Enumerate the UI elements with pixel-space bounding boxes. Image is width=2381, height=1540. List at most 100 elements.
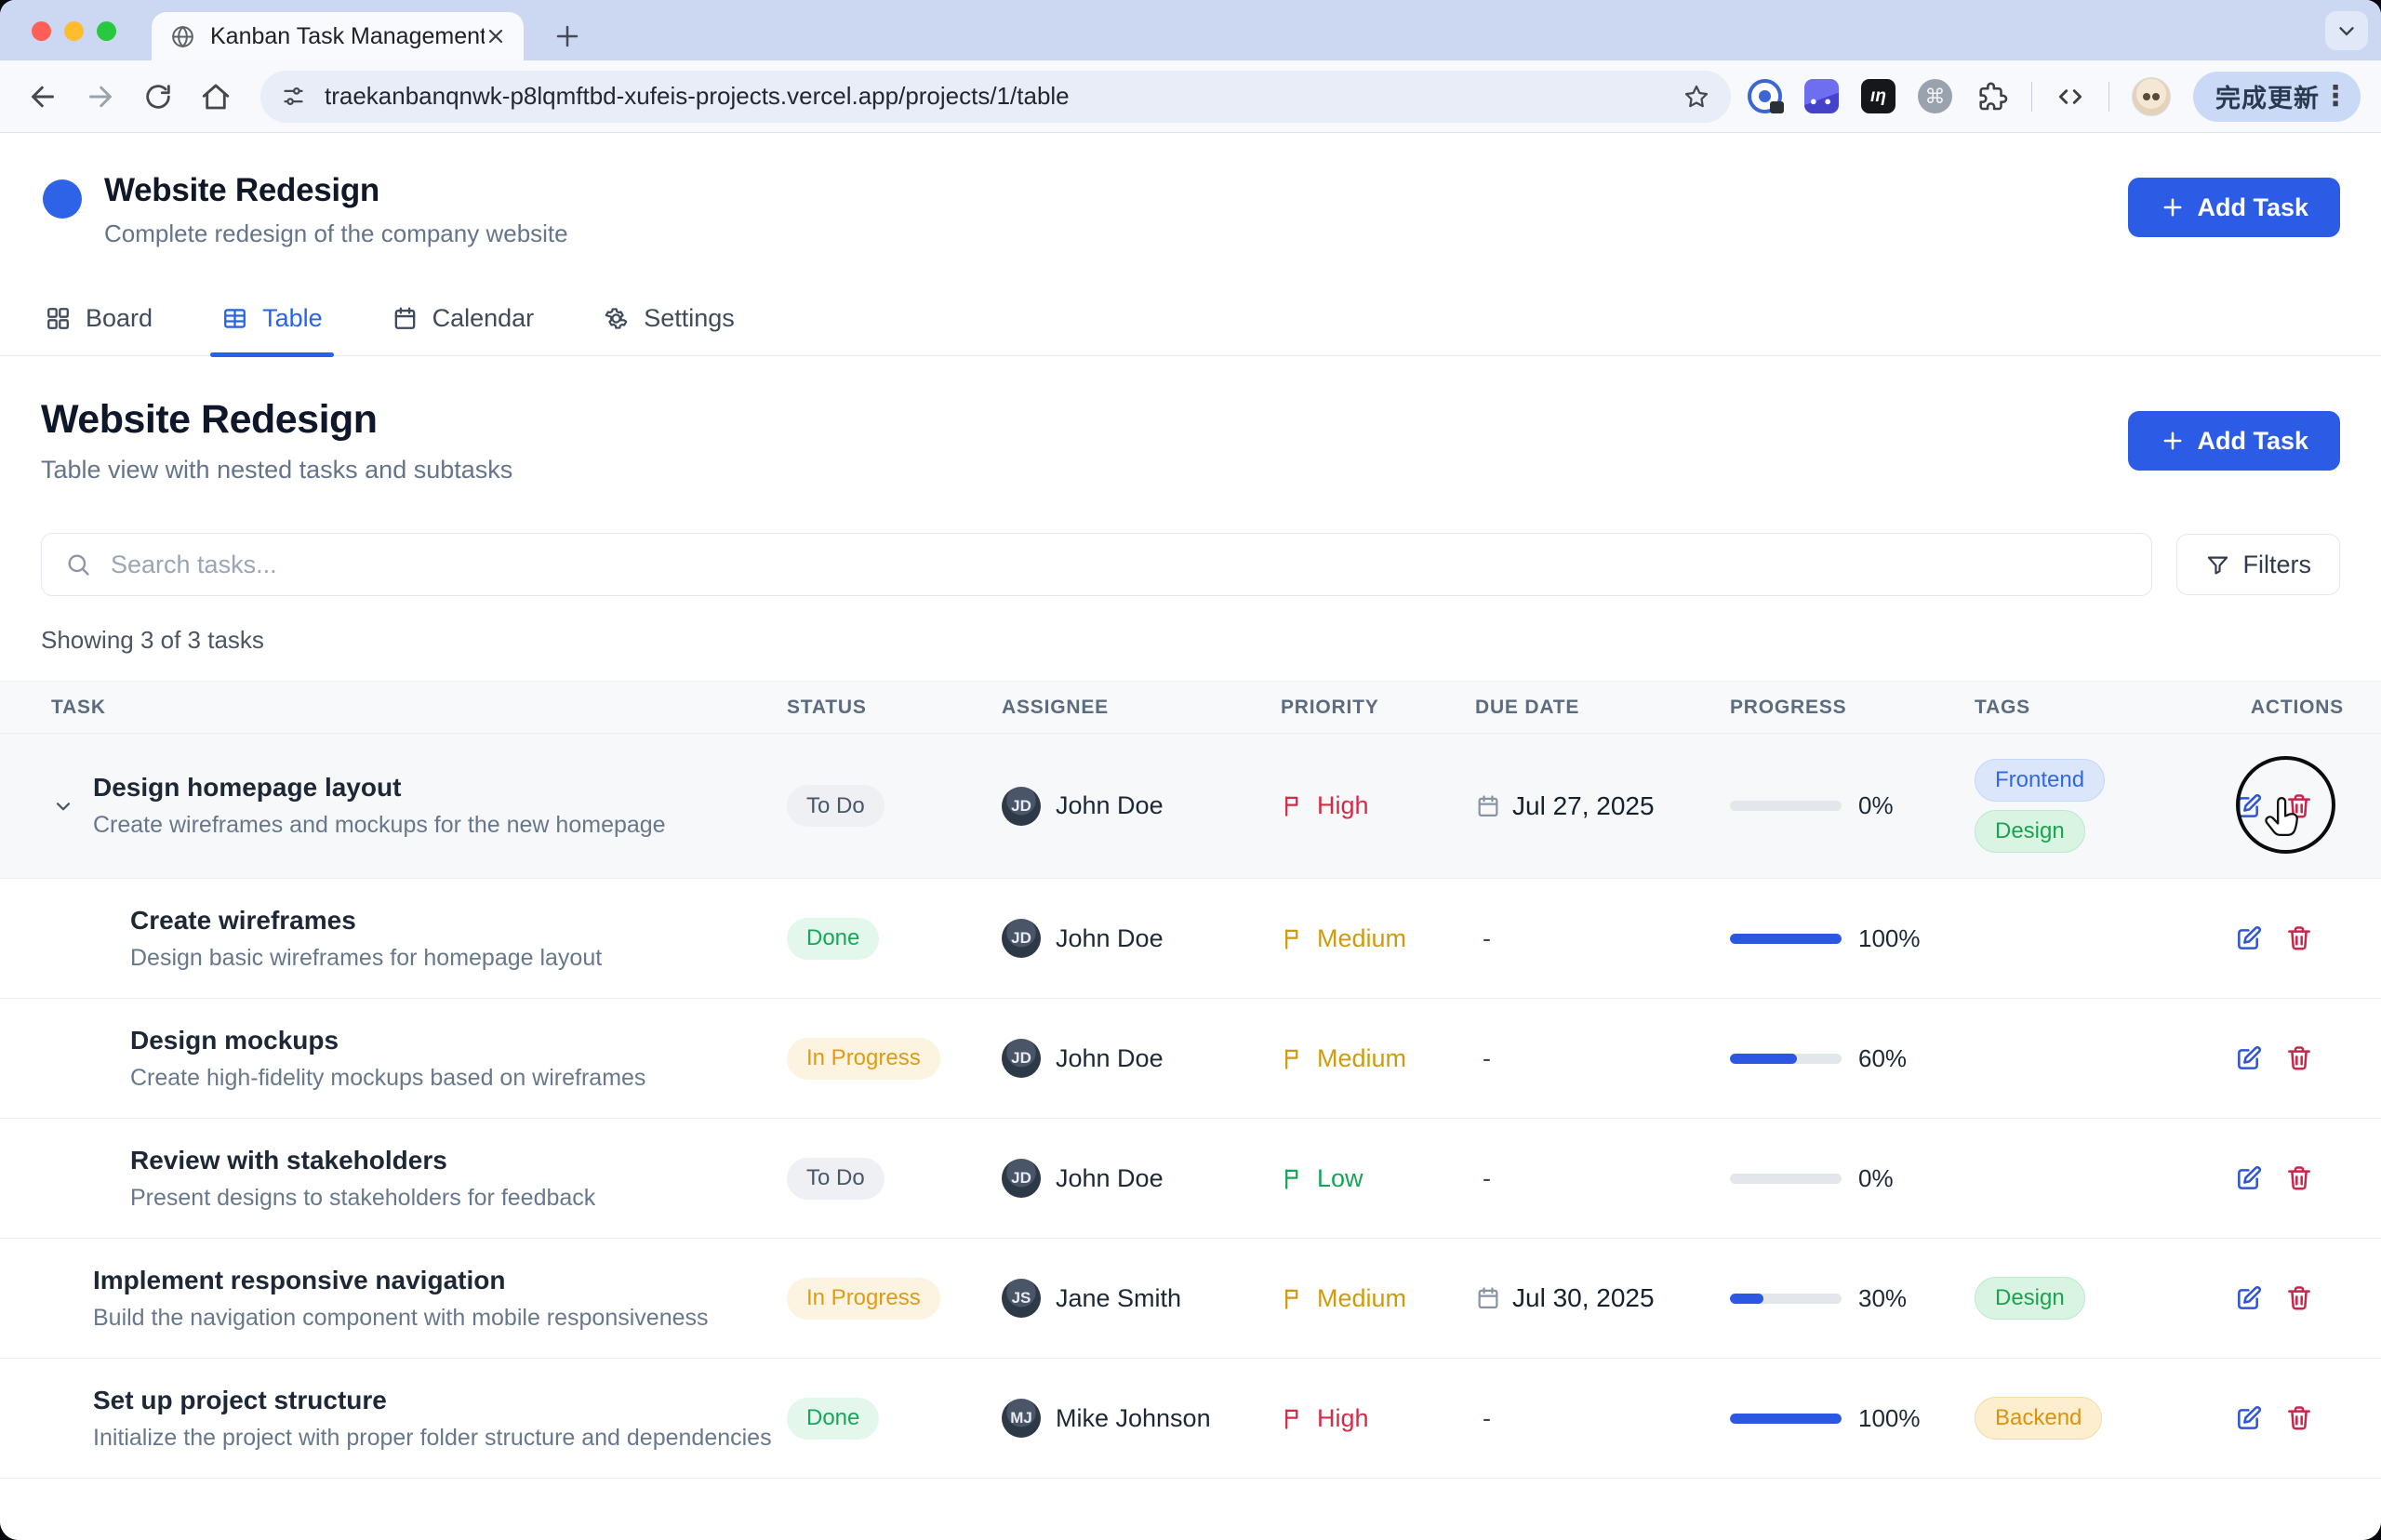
delete-task-button[interactable] (2283, 1282, 2315, 1314)
forward-button[interactable] (82, 78, 119, 115)
browser-toolbar: traekanbanqnwk-p8lqmftbd-xufeis-projects… (0, 60, 2381, 133)
column-header-task: TASK (0, 697, 772, 719)
table-row[interactable]: Design mockups Create high-fidelity mock… (0, 999, 2381, 1119)
chevron-down-icon[interactable] (51, 794, 93, 818)
trash-icon (2284, 1283, 2314, 1313)
status-badge: In Progress (787, 1038, 940, 1080)
minimize-window-button[interactable] (64, 21, 84, 41)
tag-badge: Backend (1975, 1397, 2102, 1440)
browser-window: Kanban Task Management traekanbanqnwk-p8… (0, 0, 2381, 1540)
delete-task-button[interactable] (2283, 923, 2315, 954)
table-row[interactable]: Create wireframes Design basic wireframe… (0, 879, 2381, 999)
table-row[interactable]: Design homepage layout Create wireframes… (0, 734, 2381, 879)
edit-task-button[interactable] (2233, 1282, 2265, 1314)
assignee-name: John Doe (1056, 791, 1164, 820)
site-settings-icon[interactable] (281, 84, 306, 109)
table-row[interactable]: Set up project structure Initialize the … (0, 1359, 2381, 1479)
results-count: Showing 3 of 3 tasks (0, 626, 2381, 655)
reload-icon (142, 81, 174, 113)
browser-profile-avatar[interactable] (2132, 77, 2171, 116)
add-task-button[interactable]: Add Task (2128, 411, 2340, 471)
tab-label: Board (86, 304, 153, 333)
edit-task-button[interactable] (2233, 1402, 2265, 1434)
edit-task-button[interactable] (2233, 923, 2265, 954)
arrow-left-icon (26, 80, 60, 113)
maximize-window-button[interactable] (97, 21, 116, 41)
tags-cell: Backend (1953, 1397, 2186, 1440)
priority-label: Low (1317, 1164, 1363, 1193)
home-icon (199, 80, 233, 113)
due-date-cell: Jul 30, 2025 (1460, 1283, 1711, 1313)
project-color-dot (43, 179, 82, 219)
due-date-cell: - (1460, 924, 1711, 953)
status-badge: In Progress (787, 1278, 940, 1320)
due-date-cell: - (1460, 1044, 1711, 1073)
bookmark-star-icon[interactable] (1683, 83, 1710, 111)
task-description: Create high-fidelity mockups based on wi… (130, 1065, 645, 1092)
tab-calendar[interactable]: Calendar (388, 300, 539, 355)
progress-percent: 30% (1858, 1284, 1907, 1313)
add-task-label: Add Task (2197, 193, 2308, 222)
progress-cell: 100% (1711, 1404, 1953, 1433)
filters-label: Filters (2243, 551, 2312, 579)
flag-icon (1281, 1286, 1306, 1311)
tab-label: Table (262, 304, 323, 333)
assignee-name: Mike Johnson (1056, 1404, 1211, 1433)
password-manager-extension-icon[interactable] (1748, 79, 1782, 113)
page-head: Website Redesign Table view with nested … (0, 397, 2381, 485)
due-date-empty: - (1475, 1404, 1491, 1433)
add-task-button[interactable]: Add Task (2128, 178, 2340, 237)
reload-button[interactable] (140, 78, 177, 115)
browser-update-button[interactable]: 完成更新 ⋮ (2193, 72, 2361, 122)
progress-bar-track (1730, 801, 1842, 811)
edit-task-button[interactable] (2233, 1042, 2265, 1074)
cursor-pointer-icon (2260, 795, 2307, 842)
task-title: Review with stakeholders (130, 1146, 595, 1175)
plus-icon (2160, 428, 2186, 454)
task-description: Create wireframes and mockups for the ne… (93, 812, 666, 839)
actions-cell (2186, 1239, 2381, 1358)
tab-board[interactable]: Board (41, 300, 156, 355)
browser-menu-kebab-icon[interactable]: ⋮ (2320, 78, 2351, 115)
page-title: Website Redesign (41, 397, 512, 443)
command-extension-icon[interactable]: ⌘ (1918, 79, 1952, 113)
column-header-status: STATUS (772, 697, 986, 719)
url-text[interactable]: traekanbanqnwk-p8lqmftbd-xufeis-projects… (325, 82, 1683, 111)
devtools-code-icon[interactable] (2055, 81, 2086, 113)
address-bar[interactable]: traekanbanqnwk-p8lqmftbd-xufeis-projects… (260, 71, 1731, 123)
assignee-name: John Doe (1056, 924, 1164, 953)
tab-table[interactable]: Table (218, 300, 326, 355)
task-cell: Create wireframes Design basic wireframe… (0, 906, 772, 972)
close-window-button[interactable] (32, 21, 51, 41)
extensions-puzzle-icon[interactable] (1975, 79, 2009, 113)
delete-task-button[interactable] (2283, 1162, 2315, 1194)
progress-cell: 30% (1711, 1284, 1953, 1313)
browser-tab[interactable]: Kanban Task Management (152, 12, 524, 60)
assignee-cell: MJ Mike Johnson (986, 1399, 1256, 1438)
priority-label: Medium (1317, 1044, 1406, 1073)
purple-extension-icon[interactable]: ● ● (1804, 79, 1839, 113)
due-date-cell: - (1460, 1404, 1711, 1433)
delete-task-button[interactable] (2283, 1402, 2315, 1434)
tab-overflow-button[interactable] (2325, 11, 2368, 50)
tab-settings[interactable]: Settings (599, 300, 738, 355)
task-description: Present designs to stakeholders for feed… (130, 1185, 595, 1212)
filters-button[interactable]: Filters (2176, 534, 2341, 595)
actions-cell (2186, 734, 2381, 878)
edit-pencil-icon (2234, 1043, 2264, 1073)
home-button[interactable] (197, 78, 234, 115)
status-badge: To Do (787, 1158, 885, 1200)
close-tab-icon[interactable] (485, 25, 507, 47)
status-cell: Done (772, 1398, 986, 1440)
status-cell: To Do (772, 1158, 986, 1200)
table-row[interactable]: Review with stakeholders Present designs… (0, 1119, 2381, 1239)
back-button[interactable] (24, 78, 61, 115)
edit-task-button[interactable] (2233, 1162, 2265, 1194)
progress-percent: 0% (1858, 791, 1894, 820)
new-tab-button[interactable] (548, 17, 587, 56)
table-row[interactable]: Implement responsive navigation Build th… (0, 1239, 2381, 1359)
search-input[interactable] (41, 533, 2152, 596)
delete-task-button[interactable] (2283, 1042, 2315, 1074)
black-extension-icon[interactable]: ıη (1861, 79, 1895, 113)
table-body: Design homepage layout Create wireframes… (0, 734, 2381, 1479)
